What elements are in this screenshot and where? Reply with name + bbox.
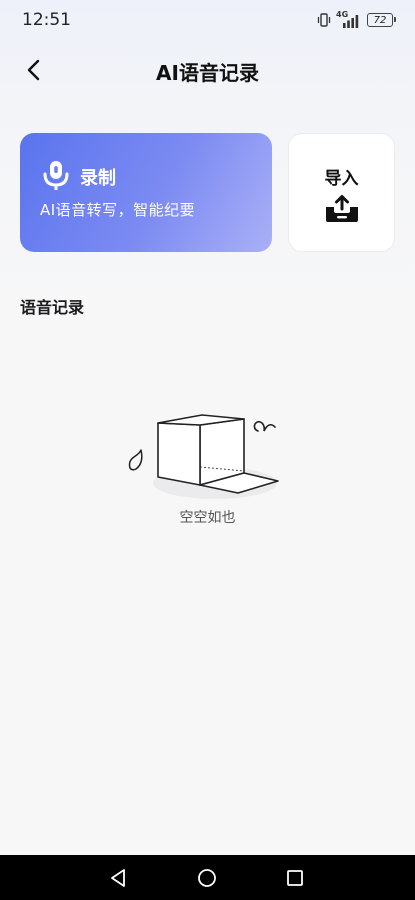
- header: AI语音记录: [0, 44, 415, 94]
- empty-state-text: 空空如也: [179, 510, 236, 526]
- empty-box-illustration: [128, 414, 279, 499]
- record-subtitle: AI语音转写，智能纪要: [40, 201, 196, 219]
- status-icons: 4G 72: [317, 10, 396, 29]
- status-bar: 12:51 4G 72: [0, 0, 415, 40]
- signal-indicator: 4G: [336, 10, 362, 28]
- signal-icon: [343, 15, 359, 28]
- microphone-icon: [43, 161, 69, 190]
- square-recents-icon[interactable]: [283, 866, 307, 890]
- import-button[interactable]: 导入: [288, 133, 395, 252]
- page-title: AI语音记录: [156, 61, 259, 85]
- status-time: 12:51: [22, 10, 71, 30]
- system-nav-bar: [0, 855, 415, 900]
- circle-home-icon[interactable]: [195, 866, 219, 890]
- record-label: 录制: [80, 168, 116, 189]
- vibrate-icon: [317, 13, 331, 27]
- record-button[interactable]: 录制 AI语音转写，智能纪要: [20, 133, 272, 252]
- section-title: 语音记录: [20, 298, 85, 317]
- upload-tray-icon: [326, 195, 358, 222]
- triangle-back-icon[interactable]: [107, 866, 131, 890]
- import-label: 导入: [324, 169, 359, 189]
- battery-icon: 72: [367, 13, 396, 27]
- battery-level: 72: [373, 14, 387, 26]
